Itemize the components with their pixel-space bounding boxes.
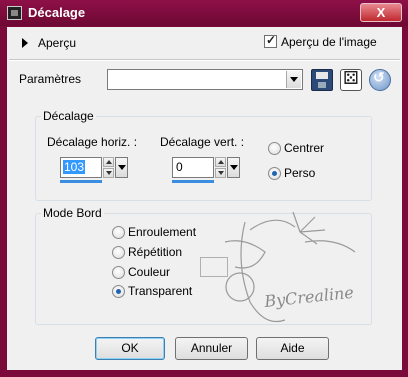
edge-color-swatch[interactable] xyxy=(200,257,228,277)
header-separator xyxy=(9,59,400,61)
reset-icon[interactable] xyxy=(369,69,391,91)
vertical-offset-dropdown[interactable] xyxy=(227,157,240,178)
ok-button[interactable]: OK xyxy=(95,337,165,360)
center-radio-label[interactable]: Centrer xyxy=(284,141,324,155)
color-radio[interactable] xyxy=(112,266,125,279)
vertical-offset-input[interactable]: 0 xyxy=(172,157,214,178)
wrap-radio[interactable] xyxy=(112,226,125,239)
arrow-up-icon[interactable] xyxy=(103,157,114,167)
transparent-radio[interactable] xyxy=(112,285,125,298)
center-radio[interactable] xyxy=(268,142,281,155)
color-radio-label[interactable]: Couleur xyxy=(128,265,170,279)
wrap-radio-label[interactable]: Enroulement xyxy=(128,225,196,239)
repeat-radio-label[interactable]: Répétition xyxy=(128,245,182,259)
randomize-dice-icon[interactable] xyxy=(340,68,362,91)
help-button[interactable]: Aide xyxy=(256,337,329,360)
horizontal-offset-slider[interactable] xyxy=(60,180,102,183)
dialog-body: Aperçu Aperçu de l'image Paramètres Déca… xyxy=(7,27,402,370)
repeat-radio[interactable] xyxy=(112,246,125,259)
horizontal-offset-dropdown[interactable] xyxy=(115,157,128,178)
presets-combobox[interactable] xyxy=(107,69,303,90)
arrow-down-icon[interactable] xyxy=(215,168,226,178)
image-preview-checkbox[interactable] xyxy=(264,33,277,48)
offset-group-title: Décalage xyxy=(41,109,96,123)
offset-group: Décalage Décalage horiz. : 103 Décalage … xyxy=(35,109,372,201)
cancel-button[interactable]: Annuler xyxy=(175,337,248,360)
expand-preview-icon[interactable] xyxy=(22,38,28,48)
image-preview-label[interactable]: Aperçu de l'image xyxy=(281,35,377,49)
window-frame: Décalage X Aperçu Aperçu de l'image Para… xyxy=(0,0,408,377)
presets-label: Paramètres xyxy=(19,72,82,86)
horizontal-offset-label: Décalage horiz. : xyxy=(47,135,138,149)
title-bar[interactable]: Décalage X xyxy=(0,0,408,26)
preview-label[interactable]: Aperçu xyxy=(38,36,76,50)
vertical-offset-label: Décalage vert. : xyxy=(160,135,245,149)
save-preset-icon[interactable] xyxy=(311,69,333,91)
arrow-down-icon[interactable] xyxy=(103,168,114,178)
chevron-down-icon[interactable] xyxy=(286,71,301,88)
custom-radio[interactable] xyxy=(268,167,281,180)
vertical-offset-slider[interactable] xyxy=(172,180,214,183)
window-title: Décalage xyxy=(28,5,86,20)
transparent-radio-label[interactable]: Transparent xyxy=(128,284,192,298)
edge-mode-group-title: Mode Bord xyxy=(41,206,104,220)
custom-radio-label[interactable]: Perso xyxy=(284,166,315,180)
horizontal-offset-input[interactable]: 103 xyxy=(60,157,102,178)
horizontal-offset-arrows[interactable] xyxy=(103,157,114,178)
app-icon xyxy=(7,6,22,20)
close-button[interactable]: X xyxy=(360,3,402,22)
vertical-offset-arrows[interactable] xyxy=(215,157,226,178)
arrow-up-icon[interactable] xyxy=(215,157,226,167)
